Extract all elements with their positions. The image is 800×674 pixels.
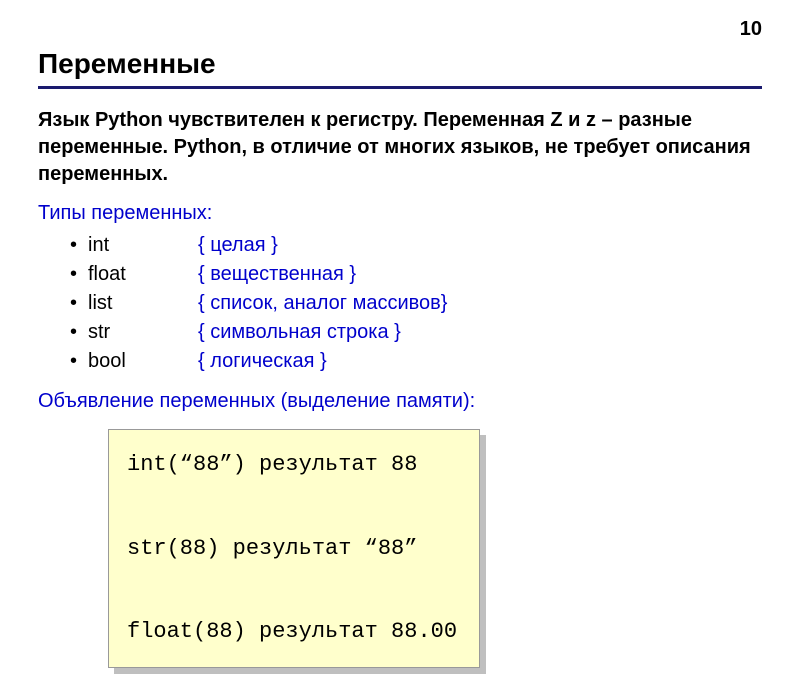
type-desc: { логическая } [198,347,327,376]
list-item: • bool { логическая } [70,347,762,376]
slide-title: Переменные [38,48,762,80]
type-desc: { список, аналог массивов} [198,289,447,318]
code-line: str(88) результат “88” [127,536,417,561]
list-item: • float { вещественная } [70,260,762,289]
types-list: • int { целая } • float { вещественная }… [70,231,762,376]
bullet-icon: • [70,289,88,318]
code-content: int(“88”) результат 88 str(88) результат… [108,429,480,668]
code-line: int(“88”) результат 88 [127,452,417,477]
type-desc: { символьная строка } [198,318,401,347]
list-item: • int { целая } [70,231,762,260]
type-name: str [88,318,198,347]
bullet-icon: • [70,260,88,289]
type-name: float [88,260,198,289]
type-name: bool [88,347,198,376]
list-item: • list { список, аналог массивов} [70,289,762,318]
types-header: Типы переменных: [38,202,762,225]
code-line: float(88) результат 88.00 [127,619,457,644]
bullet-icon: • [70,347,88,376]
type-name: int [88,231,198,260]
list-item: • str { символьная строка } [70,318,762,347]
code-block: int(“88”) результат 88 str(88) результат… [108,429,480,668]
declaration-header: Объявление переменных (выделение памяти)… [38,390,762,413]
title-divider [38,86,762,89]
type-desc: { вещественная } [198,260,356,289]
type-name: list [88,289,198,318]
slide: 10 Переменные Язык Python чувствителен к… [0,0,800,600]
intro-text: Язык Python чувствителен к регистру. Пер… [38,107,762,188]
bullet-icon: • [70,318,88,347]
type-desc: { целая } [198,231,278,260]
page-number: 10 [740,18,762,41]
bullet-icon: • [70,231,88,260]
